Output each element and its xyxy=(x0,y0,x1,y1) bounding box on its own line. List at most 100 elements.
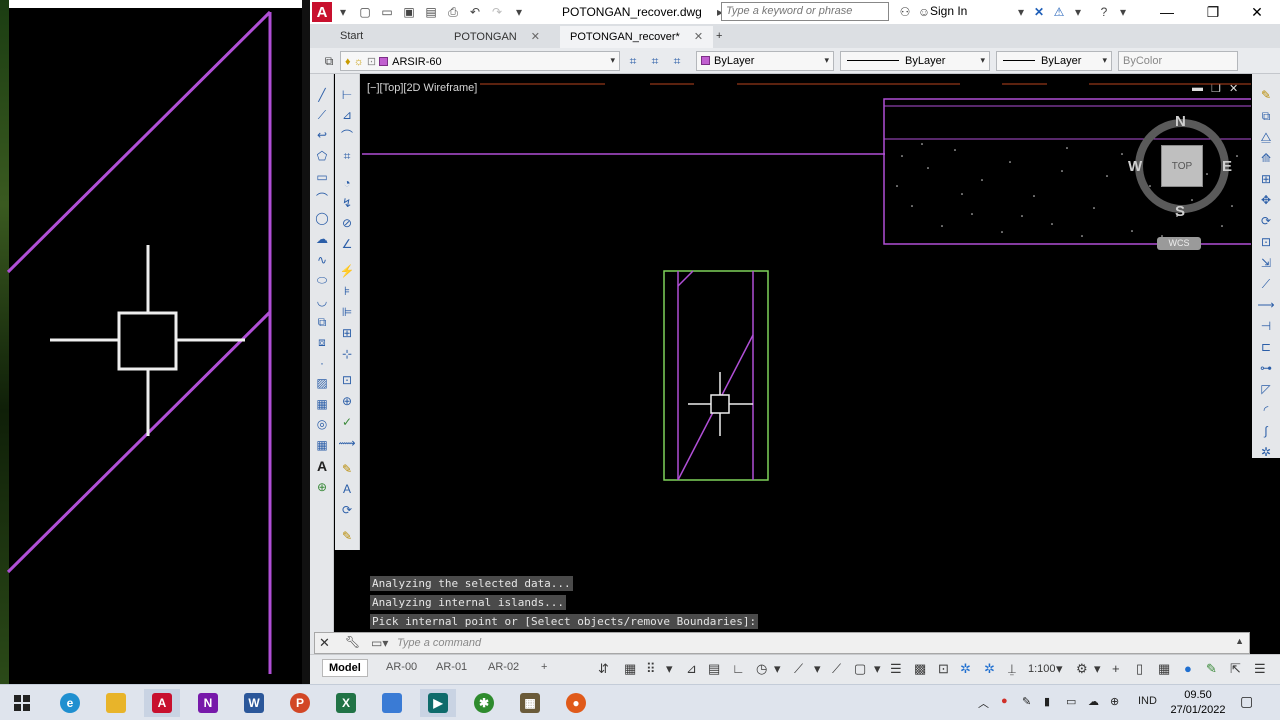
help-chevron-icon[interactable]: ▾ xyxy=(1114,3,1132,21)
excel-taskbar-app[interactable]: X xyxy=(328,689,364,717)
bug-app-taskbar-app[interactable]: ✱ xyxy=(466,689,502,717)
autocad-taskbar-app[interactable]: A xyxy=(144,689,180,717)
clean-screen-icon[interactable]: ⇱ xyxy=(1230,661,1241,677)
grid-icon[interactable]: ▦ xyxy=(624,661,636,677)
jogged-dimension-icon[interactable]: ↯ xyxy=(338,194,356,212)
jogged-linear-icon[interactable]: ⟿ xyxy=(338,434,356,452)
construction-line-icon[interactable]: ⟋ xyxy=(313,106,331,124)
minimize-button[interactable]: — xyxy=(1144,0,1190,24)
wcs-menu[interactable]: WCS xyxy=(1157,237,1201,250)
add-layout-button[interactable]: + xyxy=(535,659,553,675)
close-tab-icon[interactable]: ✕ xyxy=(531,31,540,43)
copy-icon[interactable]: ⧉ xyxy=(1257,107,1275,125)
quick-dimension-icon[interactable]: ⚡ xyxy=(338,262,356,280)
trim-icon[interactable]: ⟋ xyxy=(1257,275,1275,293)
edge-taskbar-app[interactable]: e xyxy=(52,689,88,717)
move-icon[interactable]: ✥ xyxy=(1257,191,1275,209)
multiline-text-icon[interactable]: A xyxy=(313,457,331,475)
selection-cycling-icon[interactable]: ⊡ xyxy=(938,661,949,677)
fillet-icon[interactable]: ◜ xyxy=(1257,401,1275,419)
compass-west[interactable]: W xyxy=(1128,158,1142,175)
array-icon[interactable]: ⊞ xyxy=(1257,170,1275,188)
workspace-chevron-icon[interactable]: ▾ xyxy=(1094,661,1101,677)
application-menu-button[interactable]: A xyxy=(312,2,332,22)
customize-wrench-icon[interactable]: 🔧︎ xyxy=(345,635,360,649)
polar-chevron-icon[interactable]: ▾ xyxy=(774,661,781,677)
annotation-scale-icon[interactable]: ⍊ xyxy=(1008,661,1016,677)
isolate-objects-icon[interactable]: ✎ xyxy=(1206,661,1217,677)
point-icon[interactable]: · xyxy=(313,354,331,372)
close-window-button[interactable]: ✕ xyxy=(1234,0,1280,24)
continue-dimension-icon[interactable]: ⊫ xyxy=(338,303,356,321)
baseline-dimension-icon[interactable]: ⊧ xyxy=(338,282,356,300)
word-taskbar-app[interactable]: W xyxy=(236,689,272,717)
start-button[interactable] xyxy=(4,689,40,717)
dimension-style-icon[interactable]: ✎ xyxy=(338,527,356,545)
film-app-taskbar-app[interactable]: ▦ xyxy=(512,689,548,717)
annotation-visibility-icon[interactable]: ✲ xyxy=(960,661,971,677)
layer-dropdown[interactable]: ♦ ☼ ⊡ ARSIR-60 ▾ xyxy=(340,51,620,71)
diameter-dimension-icon[interactable]: ⊘ xyxy=(338,214,356,232)
tab-model[interactable]: Model xyxy=(322,659,368,677)
open-file-icon[interactable]: ▭ xyxy=(378,3,396,21)
tab-potongan[interactable]: POTONGAN ✕ xyxy=(444,26,550,48)
battery-icon[interactable]: ▭ xyxy=(1066,695,1076,708)
search-input[interactable]: Type a keyword or phrase xyxy=(721,2,889,21)
rotate-icon[interactable]: ⟳ xyxy=(1257,212,1275,230)
ortho-icon[interactable]: ∟ xyxy=(732,661,745,676)
layer-properties-icon[interactable]: ⧉ xyxy=(320,52,338,70)
dimension-break-icon[interactable]: ⊹ xyxy=(338,345,356,363)
ellipse-arc-icon[interactable]: ◡ xyxy=(313,292,331,310)
layout-menu-icon[interactable]: ⇵ xyxy=(598,661,609,677)
break-at-point-icon[interactable]: ⊣ xyxy=(1257,317,1275,335)
dimension-text-edit-icon[interactable]: A xyxy=(338,480,356,498)
polyline-icon[interactable]: ↩ xyxy=(313,126,331,144)
lineweight-dropdown[interactable]: ByLayer ▾ xyxy=(996,51,1112,71)
snap-icon[interactable]: ⠿ xyxy=(646,661,656,677)
dimension-space-icon[interactable]: ⊞ xyxy=(338,324,356,342)
command-history-toggle-icon[interactable]: ▲ xyxy=(1235,636,1244,646)
close-icon[interactable]: ✕ xyxy=(319,635,330,651)
maximize-button[interactable]: ❐ xyxy=(1190,0,1236,24)
revision-cloud-icon[interactable]: ☁ xyxy=(313,230,331,248)
circle-icon[interactable]: ◯ xyxy=(313,209,331,227)
inspection-icon[interactable]: ✓ xyxy=(338,413,356,431)
plot-icon[interactable]: ⎙ xyxy=(444,3,462,21)
undo-icon[interactable]: ↶ xyxy=(466,3,484,21)
match-layer-icon[interactable]: ⌗ xyxy=(646,52,664,70)
spline-icon[interactable]: ∿ xyxy=(313,251,331,269)
recorder-taskbar-app[interactable]: ▶ xyxy=(420,689,456,717)
annotation-monitor-icon[interactable]: + xyxy=(1112,661,1120,676)
ordinate-dimension-icon[interactable]: ⌗ xyxy=(338,147,356,165)
extend-icon[interactable]: ⟶ xyxy=(1257,296,1275,314)
file-explorer-taskbar-app[interactable] xyxy=(98,689,134,717)
blend-curves-icon[interactable]: ∫ xyxy=(1257,422,1275,440)
transparency-icon[interactable]: ▩ xyxy=(914,661,926,677)
center-mark-icon[interactable]: ⊕ xyxy=(338,392,356,410)
hatch-icon[interactable]: ▨ xyxy=(313,374,331,392)
onenote-taskbar-app[interactable]: N xyxy=(190,689,226,717)
object-snap-chevron-icon[interactable]: ▾ xyxy=(874,661,881,677)
drawing-canvas[interactable]: [−][Top][2D Wireframe] ▬ ❐ ✕ TOP N S W E… xyxy=(362,76,1251,632)
layer-previous-icon[interactable]: ⌗ xyxy=(668,52,686,70)
language-indicator[interactable]: IND xyxy=(1138,695,1157,707)
isodraft-chevron-icon[interactable]: ▾ xyxy=(814,661,821,677)
app-menu-chevron-icon[interactable]: ▾ xyxy=(334,3,352,21)
annotation-scale-value[interactable]: 1:100 xyxy=(1028,663,1056,675)
chamfer-icon[interactable]: ◸ xyxy=(1257,380,1275,398)
polar-tracking-icon[interactable]: ◷ xyxy=(756,661,767,677)
insert-block-icon[interactable]: ⧉ xyxy=(313,313,331,331)
binoculars-icon[interactable]: ⚇ xyxy=(896,3,914,21)
polygon-icon[interactable]: ⬠ xyxy=(313,147,331,165)
compass-north[interactable]: N xyxy=(1175,113,1186,130)
line-icon[interactable]: ╱ xyxy=(313,86,331,104)
color-dropdown[interactable]: ByLayer ▾ xyxy=(696,51,834,71)
make-block-icon[interactable]: ⧈ xyxy=(313,333,331,351)
units-icon[interactable]: ▯ xyxy=(1136,661,1143,677)
break-icon[interactable]: ⊏ xyxy=(1257,338,1275,356)
rectangle-icon[interactable]: ▭ xyxy=(313,168,331,186)
ellipse-icon[interactable]: ⬭ xyxy=(313,271,331,289)
sign-in-chevron-icon[interactable]: ▾ xyxy=(1012,3,1030,21)
viewcube-top-face[interactable]: TOP xyxy=(1161,145,1203,187)
table-icon[interactable]: ▦ xyxy=(313,436,331,454)
